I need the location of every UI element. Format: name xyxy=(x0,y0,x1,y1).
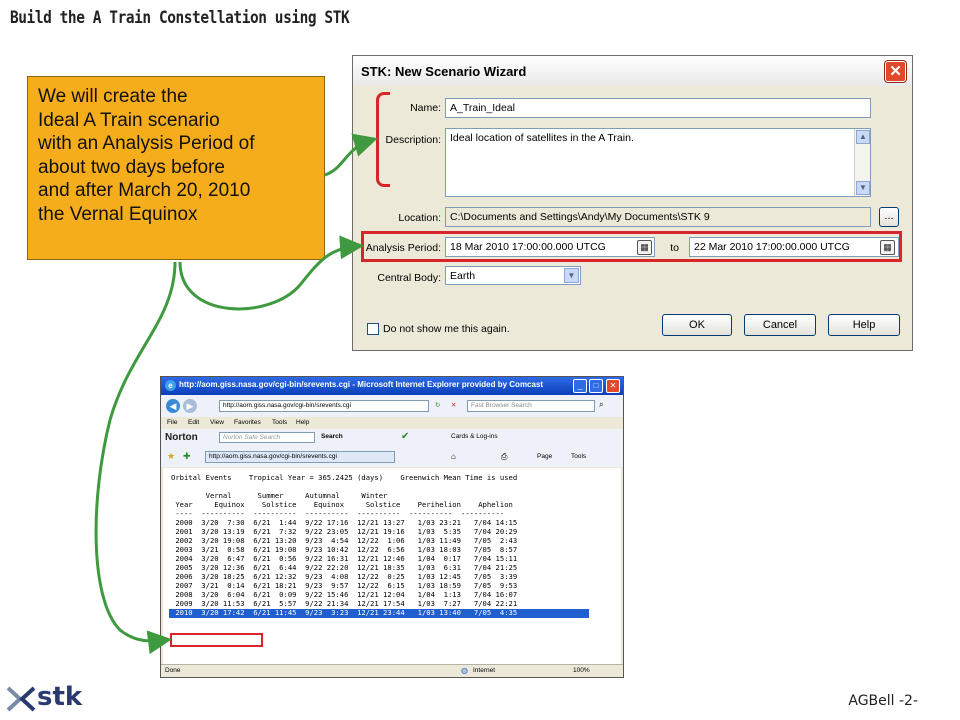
description-scrollbar[interactable]: ▲ ▼ xyxy=(854,129,870,196)
description-text: Ideal location of satellites in the A Tr… xyxy=(450,132,634,144)
norton-search-button[interactable]: Search xyxy=(321,433,343,440)
wizard-title: STK: New Scenario Wizard xyxy=(361,64,527,79)
status-bar: Done ◍ Internet 100% xyxy=(161,664,623,677)
wizard-titlebar[interactable]: STK: New Scenario Wizard ✕ xyxy=(353,56,912,86)
back-icon[interactable]: ◀ xyxy=(166,399,180,413)
zoom-text[interactable]: 100% xyxy=(573,667,590,674)
menu-tools[interactable]: Tools xyxy=(272,419,287,426)
stk-logo-text: stk xyxy=(37,682,83,712)
stop-icon[interactable]: ✕ xyxy=(451,401,456,409)
analysis-period-highlight xyxy=(361,231,902,262)
menu-view[interactable]: View xyxy=(210,419,224,426)
home-icon[interactable]: ⌂ xyxy=(451,452,456,461)
callout-box: We will create the Ideal A Train scenari… xyxy=(27,76,325,260)
stk-logo-icon xyxy=(6,686,36,712)
name-label: Name: xyxy=(410,102,441,114)
menu-favorites[interactable]: Favorites xyxy=(234,419,261,426)
ok-button[interactable]: OK xyxy=(662,314,732,336)
name-input[interactable]: A_Train_Ideal xyxy=(445,98,871,118)
central-body-label: Central Body: xyxy=(377,272,441,284)
scenario-wizard-window: STK: New Scenario Wizard ✕ Name: A_Train… xyxy=(352,55,913,351)
central-body-select[interactable]: Earth ▼ xyxy=(445,266,581,285)
norton-toolbar: Norton Norton Safe Search Search ✔ Cards… xyxy=(161,429,623,447)
add-favorite-icon[interactable]: ✚ xyxy=(183,451,191,462)
callout-line: Ideal A Train scenario xyxy=(38,109,220,131)
callout-line: We will create the xyxy=(38,86,188,107)
browse-button[interactable]: ... xyxy=(879,207,899,227)
ie-icon: e xyxy=(165,380,176,391)
refresh-icon[interactable]: ↻ xyxy=(435,401,440,409)
norton-logo: Norton xyxy=(165,432,198,443)
dont-show-checkbox[interactable] xyxy=(367,323,379,335)
callout-line: and after March 20, 2010 xyxy=(38,180,251,201)
name-description-bracket xyxy=(376,92,390,187)
orbital-events-header: Orbital Events Tropical Year = 365.2425 … xyxy=(171,473,518,482)
location-input[interactable]: C:\Documents and Settings\Andy\My Docume… xyxy=(445,207,871,227)
print-icon[interactable]: ⎙ xyxy=(501,452,507,462)
status-text: Done xyxy=(165,667,181,674)
location-label: Location: xyxy=(398,212,441,224)
menu-file[interactable]: File xyxy=(167,419,177,426)
zone-text: Internet xyxy=(473,667,496,674)
description-textarea[interactable]: Ideal location of satellites in the A Tr… xyxy=(445,128,871,197)
cancel-button[interactable]: Cancel xyxy=(744,314,816,336)
chevron-down-icon[interactable]: ▼ xyxy=(564,268,579,283)
minimize-icon[interactable]: _ xyxy=(573,379,587,393)
forward-icon[interactable]: ▶ xyxy=(183,399,197,413)
browser-title: http://aom.giss.nasa.gov/cgi-bin/srevent… xyxy=(179,380,544,389)
stk-logo: stk xyxy=(4,682,114,716)
norton-search-input[interactable]: Norton Safe Search xyxy=(219,432,315,443)
slide-title: Build the A Train Constellation using ST… xyxy=(10,8,350,28)
browser-tab[interactable]: http://aom.giss.nasa.gov/cgi-bin/srevent… xyxy=(205,451,395,463)
help-button[interactable]: Help xyxy=(828,314,900,336)
close-icon[interactable]: ✕ xyxy=(606,379,620,393)
callout-line: the Vernal Equinox xyxy=(38,203,198,225)
search-icon[interactable]: ⌕ xyxy=(599,400,603,410)
browser-search-input[interactable]: Fast Browser Search xyxy=(467,400,595,412)
browser-titlebar[interactable]: e http://aom.giss.nasa.gov/cgi-bin/sreve… xyxy=(161,377,623,395)
favorites-star-icon[interactable]: ★ xyxy=(167,451,175,462)
dont-show-label: Do not show me this again. xyxy=(383,323,510,335)
close-icon[interactable]: ✕ xyxy=(885,61,906,82)
tools-menu[interactable]: Tools xyxy=(571,453,586,460)
callout-line: about two days before xyxy=(38,156,225,178)
globe-icon: ◍ xyxy=(461,666,468,675)
check-icon: ✔ xyxy=(401,431,410,442)
menu-help[interactable]: Help xyxy=(296,419,309,426)
central-body-value: Earth xyxy=(450,270,476,282)
menu-edit[interactable]: Edit xyxy=(188,419,199,426)
menu-bar: File Edit View Favorites Tools Help xyxy=(161,417,623,429)
table-row-selected[interactable]: 2010 3/20 17:42 6/21 11:45 9/23 3:23 12/… xyxy=(169,608,589,618)
slide-footer: AGBell -2- xyxy=(848,693,918,709)
row-2010-highlight xyxy=(170,633,263,647)
address-toolbar: ◀ ▶ http://aom.giss.nasa.gov/cgi-bin/sre… xyxy=(161,395,623,417)
tab-toolbar: ★ ✚ http://aom.giss.nasa.gov/cgi-bin/sre… xyxy=(161,447,623,467)
cards-login-button[interactable]: Cards & Log-ins xyxy=(451,433,498,440)
callout-line: with an Analysis Period of xyxy=(38,133,255,154)
maximize-icon[interactable]: □ xyxy=(589,379,603,393)
scroll-down-icon[interactable]: ▼ xyxy=(856,181,870,195)
page-menu[interactable]: Page xyxy=(537,453,552,460)
address-input[interactable]: http://aom.giss.nasa.gov/cgi-bin/srevent… xyxy=(219,400,429,412)
scroll-up-icon[interactable]: ▲ xyxy=(856,130,870,144)
